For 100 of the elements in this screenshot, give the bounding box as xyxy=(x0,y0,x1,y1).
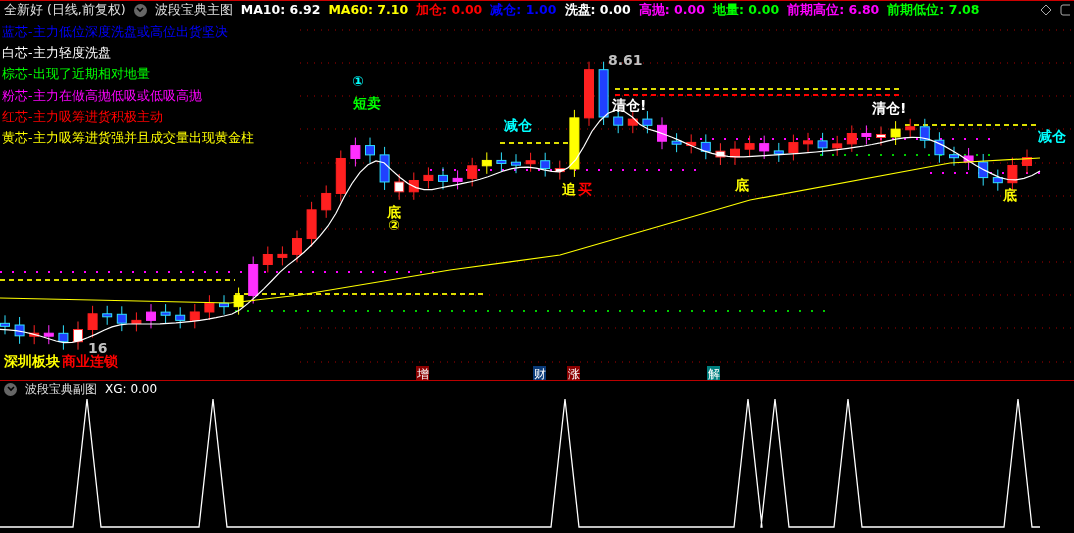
candlestick xyxy=(730,140,740,166)
candlestick xyxy=(861,125,872,145)
candlestick xyxy=(87,305,98,338)
indicator-value: 洗盘: 0.00 xyxy=(564,1,631,19)
indicator-value: MA10: 6.92 xyxy=(240,1,321,19)
candlestick xyxy=(919,118,930,149)
candlestick xyxy=(379,146,390,191)
indicator-value: 地量: 0.00 xyxy=(712,1,780,19)
candlestick xyxy=(525,152,536,173)
candlestick xyxy=(481,151,492,175)
signal-label: 追 xyxy=(562,181,576,197)
candlestick xyxy=(642,110,653,134)
candlestick xyxy=(992,169,1003,192)
candlestick xyxy=(700,133,711,160)
candlestick xyxy=(598,61,609,126)
candlestick xyxy=(29,324,40,345)
signal-label: 买 xyxy=(578,181,592,197)
candlestick xyxy=(934,131,945,164)
candlestick xyxy=(73,321,83,351)
candlestick xyxy=(335,149,346,202)
candlestick xyxy=(43,324,54,345)
candlestick xyxy=(569,109,580,178)
candlestick xyxy=(554,160,565,181)
candlestick xyxy=(277,245,288,266)
indicator-name: 波段宝典副图 xyxy=(25,380,97,398)
signal-label: 清仓! xyxy=(872,100,907,116)
candlestick xyxy=(160,303,171,324)
candlestick xyxy=(832,135,843,157)
indicator-value: 加仓: 0.00 xyxy=(416,1,483,19)
sector-label: 商业连锁 xyxy=(62,353,118,369)
signal-label: ① xyxy=(352,73,364,89)
legend-text: 蓝芯-主力低位深度洗盘或高位出货坚决 xyxy=(2,23,229,41)
candlestick xyxy=(963,147,974,171)
candlestick xyxy=(292,230,302,263)
candlestick xyxy=(0,314,10,335)
candlestick xyxy=(584,61,594,127)
candlestick xyxy=(467,157,478,187)
candlestick xyxy=(423,166,434,189)
legend-text: 红芯-主力吸筹进货积极主动 xyxy=(2,107,164,126)
candlestick xyxy=(58,324,69,351)
candlestick xyxy=(175,306,186,329)
candlestick xyxy=(744,135,755,158)
event-marker[interactable]: 解 xyxy=(707,366,720,380)
signal-label: 底 xyxy=(735,177,749,193)
candlestick xyxy=(715,142,726,166)
indicator-name: 波段宝典主图 xyxy=(154,1,233,19)
indicator-value: XG: 0.00 xyxy=(105,380,158,398)
candlestick xyxy=(248,256,259,305)
signal-label: 减仓 xyxy=(1038,128,1066,144)
legend-text: 白芯-主力轻度洗盘 xyxy=(2,44,112,63)
candlestick xyxy=(408,172,419,201)
candlestick xyxy=(219,294,229,316)
price-label: 16 xyxy=(88,340,108,356)
signal-label: 底 xyxy=(387,204,401,220)
candlestick xyxy=(759,135,770,160)
candlestick xyxy=(671,132,682,153)
candlestick xyxy=(540,152,551,178)
candlestick xyxy=(146,303,156,329)
event-marker[interactable]: 财 xyxy=(533,366,546,380)
sector-label: 深圳板块 xyxy=(4,353,60,369)
indicator-value: MA60: 7.10 xyxy=(328,1,409,19)
candlestick xyxy=(438,166,448,190)
candlestick xyxy=(321,184,332,219)
candlestick xyxy=(773,142,784,163)
candlestick xyxy=(890,120,901,146)
candlestick xyxy=(365,137,375,164)
candlestick xyxy=(131,311,142,332)
candlestick xyxy=(657,116,667,150)
collapse-icon[interactable] xyxy=(4,382,17,396)
candlestick xyxy=(511,153,521,174)
window-icon[interactable] xyxy=(1060,4,1070,16)
stock-title: 全新好 (日线,前复权) xyxy=(4,1,126,19)
candlestick xyxy=(949,146,959,167)
indicator-value: 前期低位: 7.08 xyxy=(887,1,980,19)
candlestick xyxy=(116,305,127,332)
indicator-value: 减仓: 1.00 xyxy=(490,1,557,19)
collapse-icon[interactable] xyxy=(133,3,147,17)
legend-text: 黄芯-主力吸筹进货强并且成交量出现黄金柱 xyxy=(2,129,254,147)
candlestick xyxy=(803,132,813,153)
candlestick xyxy=(306,201,317,248)
candlestick xyxy=(452,169,463,190)
legend-text: 棕芯-出现了近期相对地量 xyxy=(2,65,151,84)
price-label: 8.61 xyxy=(608,52,643,68)
candlestick xyxy=(233,287,244,316)
candlestick xyxy=(14,316,25,345)
candlestick xyxy=(496,151,507,172)
signal-label: 减仓 xyxy=(504,117,532,133)
candlestick xyxy=(394,173,405,201)
candlestick xyxy=(846,125,857,153)
candlestick xyxy=(204,294,215,321)
signal-label: 清仓! xyxy=(612,97,647,113)
signal-label: 底 xyxy=(1003,187,1017,203)
event-marker[interactable]: 涨 xyxy=(567,366,580,380)
diamond-icon[interactable] xyxy=(1040,4,1052,16)
candlestick xyxy=(788,134,799,161)
candlestick xyxy=(876,126,886,146)
candlestick xyxy=(262,246,273,273)
legend-text: 粉芯-主力在做高抛低吸或低吸高抛 xyxy=(2,86,203,105)
candlestick xyxy=(627,110,638,134)
event-marker[interactable]: 增 xyxy=(416,366,429,380)
